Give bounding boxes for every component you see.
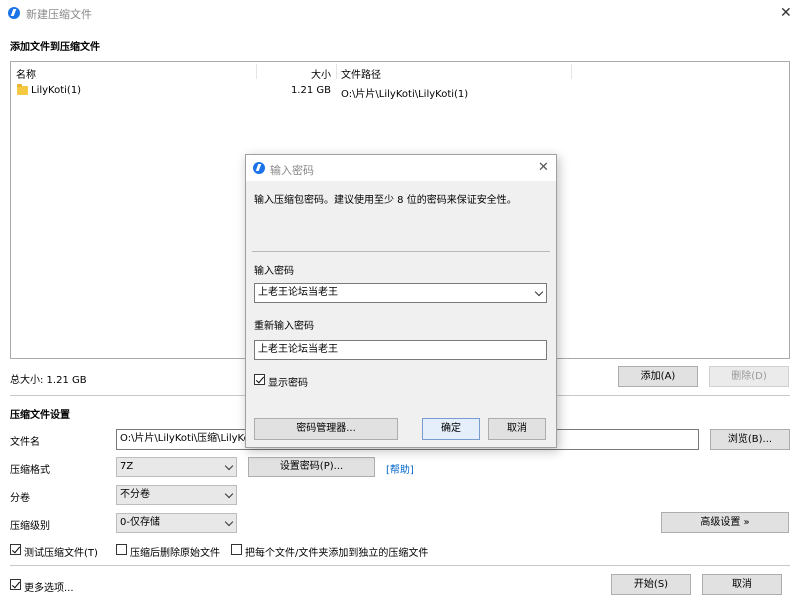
app-logo-icon: [253, 162, 265, 174]
test-archive-label: 测试压缩文件(T): [24, 548, 98, 559]
close-icon[interactable]: ✕: [780, 6, 792, 20]
set-password-button[interactable]: 设置密码(P)...: [248, 457, 375, 477]
add-button[interactable]: 添加(A): [618, 366, 698, 387]
level-label: 压缩级别: [10, 521, 50, 532]
delete-source-label: 压缩后删除原始文件: [130, 548, 220, 559]
more-options-label: 更多选项...: [24, 583, 74, 594]
dialog-cancel-button[interactable]: 取消: [488, 418, 546, 440]
column-header-name[interactable]: 名称: [16, 66, 36, 81]
app-logo-icon: [8, 7, 20, 19]
column-header-path[interactable]: 文件路径: [341, 66, 381, 81]
close-icon[interactable]: ✕: [538, 161, 549, 175]
split-label: 分卷: [10, 493, 30, 504]
browse-button[interactable]: 浏览(B)...: [710, 429, 790, 450]
dialog-title-bar: 输入密码 ✕: [246, 155, 556, 181]
level-value: 0-仅存储: [120, 517, 160, 528]
password-manager-button[interactable]: 密码管理器...: [254, 418, 398, 440]
table-row[interactable]: LilyKoti(1) 1.21 GB O:\片片\LilyKoti\LilyK…: [11, 81, 789, 100]
separate-archives-checkbox[interactable]: [231, 544, 242, 555]
format-label: 压缩格式: [10, 465, 50, 476]
cancel-button[interactable]: 取消: [702, 574, 782, 595]
divider: [10, 565, 790, 566]
column-divider: [336, 64, 337, 79]
title-bar: 新建压缩文件 ✕: [0, 0, 800, 26]
dialog-title: 输入密码: [270, 164, 314, 177]
chevron-down-icon: [224, 489, 234, 499]
advanced-settings-button[interactable]: 高级设置 »: [661, 512, 789, 533]
file-list-header: 名称 大小 文件路径: [11, 62, 789, 81]
file-size: 1.21 GB: [290, 85, 331, 96]
password-dialog: 输入密码 ✕ 输入压缩包密码。建议使用至少 8 位的密码来保证安全性。 输入密码…: [245, 154, 557, 448]
settings-section-title: 压缩文件设置: [10, 410, 70, 421]
separate-archives-label: 把每个文件/文件夹添加到独立的压缩文件: [245, 548, 429, 559]
split-value: 不分卷: [120, 489, 150, 500]
dialog-description: 输入压缩包密码。建议使用至少 8 位的密码来保证安全性。: [254, 195, 517, 206]
show-password-label: 显示密码: [268, 378, 308, 389]
total-size: 总大小: 1.21 GB: [10, 375, 87, 386]
chevron-down-icon: [224, 517, 234, 527]
delete-source-checkbox[interactable]: [116, 544, 127, 555]
column-header-size[interactable]: 大小: [261, 66, 331, 81]
reenter-password-label: 重新输入密码: [254, 321, 314, 332]
filename-label: 文件名: [10, 437, 40, 448]
folder-icon: [17, 84, 28, 95]
column-divider: [256, 64, 257, 79]
password-value: 上老王论坛当老王: [258, 287, 338, 298]
reenter-password-input[interactable]: 上老王论坛当老王: [254, 340, 547, 360]
help-link[interactable]: [帮助]: [386, 461, 414, 476]
column-divider: [571, 64, 572, 79]
chevron-down-icon: [224, 461, 234, 471]
format-select[interactable]: 7Z: [116, 457, 237, 477]
window-title: 新建压缩文件: [26, 8, 92, 21]
files-section-title: 添加文件到压缩文件: [10, 42, 100, 53]
file-name: LilyKoti(1): [31, 85, 82, 96]
ok-button[interactable]: 确定: [422, 418, 480, 440]
start-button[interactable]: 开始(S): [611, 574, 691, 595]
password-input[interactable]: 上老王论坛当老王: [254, 283, 547, 303]
chevron-down-icon[interactable]: [534, 287, 544, 297]
delete-button[interactable]: 删除(D): [709, 366, 789, 387]
level-select[interactable]: 0-仅存储: [116, 513, 237, 533]
show-password-checkbox[interactable]: [254, 374, 265, 385]
more-options-checkbox[interactable]: [10, 579, 21, 590]
format-value: 7Z: [120, 461, 134, 472]
divider: [252, 251, 550, 252]
test-archive-checkbox[interactable]: [10, 544, 21, 555]
file-path: O:\片片\LilyKoti\LilyKoti(1): [341, 89, 469, 100]
password-label: 输入密码: [254, 266, 294, 277]
split-select[interactable]: 不分卷: [116, 485, 237, 505]
